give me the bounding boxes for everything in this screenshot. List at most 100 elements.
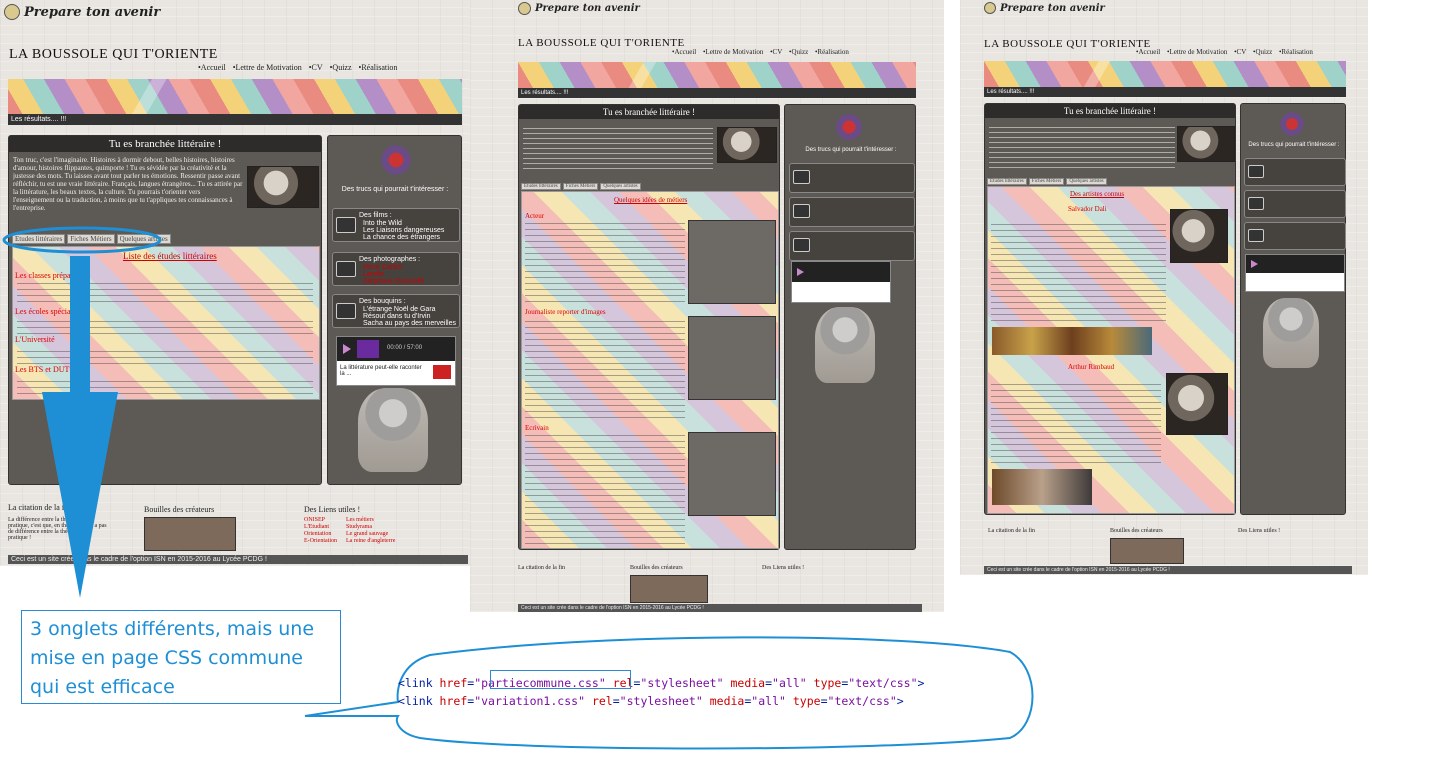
footer-link[interactable]: L'Etudiant: [304, 524, 337, 531]
logo[interactable]: Prepare ton avenir: [518, 2, 640, 15]
footer-bar: Ceci est un site crée dans le cadre de l…: [984, 566, 1352, 574]
films-box: [789, 163, 915, 193]
nav-quizz[interactable]: •Quizz: [330, 63, 352, 72]
audio-player[interactable]: 00:00 / 57:00 La littérature peut-elle r…: [336, 336, 456, 386]
book-icon: [793, 238, 810, 252]
film-item[interactable]: La chance des étrangers: [363, 234, 444, 241]
film-reel-icon: [336, 217, 356, 233]
audio-player[interactable]: [1245, 254, 1345, 292]
compass-icon: [518, 2, 531, 15]
nav-accueil[interactable]: •Accueil: [672, 48, 696, 56]
photo-link[interactable]: Larelle: [363, 271, 425, 278]
nav-accueil[interactable]: •Accueil: [198, 63, 226, 72]
nav-realisation[interactable]: •Réalisation: [815, 48, 849, 56]
books-box: [1244, 222, 1346, 250]
dali-paintings: [992, 327, 1152, 355]
photos-box: [1244, 190, 1346, 218]
rimbaud-portrait: [1166, 373, 1228, 435]
tab-etudes[interactable]: Etudes littéraires: [12, 234, 66, 244]
footer-link[interactable]: Le grand sauvage: [346, 531, 395, 538]
tab-bar: Etudes littéraires Fiches Métiers Quelqu…: [987, 178, 1107, 185]
footer-bar: Ceci est un site crée dans le cadre de l…: [8, 555, 468, 564]
play-icon[interactable]: [1251, 260, 1258, 268]
tab-artistes[interactable]: Quelques artistes: [1066, 178, 1107, 185]
reading-cat-image: [717, 127, 777, 163]
main-panel: Tu es branchée littéraire ! Etudes litté…: [984, 103, 1236, 515]
films-box: [1244, 158, 1346, 186]
main-title: Tu es branchée littéraire !: [519, 105, 779, 119]
nav-realisation[interactable]: •Réalisation: [359, 63, 398, 72]
book-item[interactable]: Résout dans tu d'Irvin: [363, 313, 456, 320]
banner-strip: Les résultats.... !!!: [518, 88, 916, 98]
books-box: [789, 231, 915, 261]
camera-icon: [336, 261, 356, 277]
nav-lettre[interactable]: •Lettre de Motivation: [703, 48, 763, 56]
banner-strip: Les résultats.... !!!: [984, 87, 1346, 97]
main-panel: Tu es branchée littéraire ! Etudes litté…: [518, 104, 780, 550]
media-value: all: [758, 694, 779, 708]
footer-quote-title: La citation de la fin: [8, 503, 71, 512]
nav-quizz[interactable]: •Quizz: [1253, 48, 1272, 56]
film-item[interactable]: Into the Wild: [363, 220, 444, 227]
photo-link[interactable]: Stéphane Duroselle: [363, 278, 425, 285]
nav-cv[interactable]: •CV: [309, 63, 323, 72]
waveform-icon: [357, 340, 379, 358]
book-icon: [336, 303, 356, 319]
footer-quote: La différence entre la théorie et la pra…: [8, 517, 107, 541]
tab-artistes[interactable]: Quelques artistes: [116, 234, 171, 244]
logo[interactable]: Prepare ton avenir: [4, 4, 160, 20]
footer-links-title: Des Liens utiles !: [1238, 528, 1281, 534]
main-title: Tu es branchée littéraire !: [985, 104, 1235, 118]
tab-artistes[interactable]: Quelques artistes: [600, 183, 641, 190]
tab-fiches[interactable]: Fiches Métiers: [562, 183, 599, 190]
sidebar: Des trucs qui pourrait t'intéresser :: [784, 104, 916, 550]
books-box: Des bouquins : L'étrange Noël de Gara Ré…: [332, 294, 460, 328]
compass-icon: [984, 2, 996, 14]
tab-etudes[interactable]: Etudes littéraires: [987, 178, 1027, 185]
metier-ecrivain: Ecrivain: [525, 424, 549, 432]
intro-text: Ton truc, c'est l'imaginaire. Histoires …: [13, 156, 243, 213]
footer-link[interactable]: ONISEP: [304, 517, 337, 524]
footer-link[interactable]: Les métiers: [346, 517, 395, 524]
type-value: text/css: [834, 694, 890, 708]
footer-links: ONISEP L'Etudiant Orientation E-Orientat…: [304, 517, 337, 545]
css-link-code: <link href="partiecommune.css" rel="styl…: [398, 676, 925, 708]
nav-lettre[interactable]: •Lettre de Motivation: [233, 63, 302, 72]
tab-content-artistes: Des artistes connus Salvador Dali Arthur…: [987, 186, 1235, 514]
banner: Les résultats.... !!!: [8, 79, 462, 125]
play-icon[interactable]: [343, 344, 351, 354]
nav-accueil[interactable]: •Accueil: [1136, 48, 1160, 56]
rel-value: stylesheet: [626, 694, 696, 708]
nav-cv[interactable]: •CV: [770, 48, 782, 56]
nav-realisation[interactable]: •Réalisation: [1279, 48, 1313, 56]
footer-link[interactable]: Studyrama: [346, 524, 395, 531]
tab-fiches[interactable]: Fiches Métiers: [67, 234, 115, 244]
banner-strip: Les résultats.... !!!: [8, 114, 462, 125]
footer-bar: Ceci est un site crée dans le cadre de l…: [518, 604, 922, 612]
photo-link[interactable]: Henri Cartier: [363, 264, 425, 271]
audio-player[interactable]: [791, 261, 891, 303]
footer-links-title: Des Liens utiles !: [762, 565, 805, 571]
tab-fiches[interactable]: Fiches Métiers: [1028, 178, 1065, 185]
dragon-illustration: [1263, 298, 1319, 368]
nav-lettre[interactable]: •Lettre de Motivation: [1167, 48, 1227, 56]
tab3-heading: Des artistes connus: [1070, 190, 1125, 198]
footer-links-col2: Les métiers Studyrama Le grand sauvage L…: [346, 517, 395, 545]
footer-link[interactable]: Orientation: [304, 531, 337, 538]
books-list: L'étrange Noël de Gara Résout dans tu d'…: [363, 306, 456, 327]
play-icon[interactable]: [797, 268, 804, 276]
footer-link[interactable]: La reine d'angleterre: [346, 538, 395, 545]
nav-cv[interactable]: •CV: [1234, 48, 1246, 56]
film-item[interactable]: Les Liaisons dangereuses: [363, 227, 444, 234]
mascot-icon: [1279, 110, 1305, 138]
reading-cat-image: [1177, 126, 1235, 162]
tab-etudes[interactable]: Etudes littéraires: [521, 183, 561, 190]
footer-link[interactable]: E-Orientation: [304, 538, 337, 545]
nav-quizz[interactable]: •Quizz: [789, 48, 808, 56]
footer-creators-title: Bouilles des créateurs: [1110, 528, 1163, 534]
logo[interactable]: Prepare ton avenir: [984, 2, 1105, 14]
film-reel-icon: [793, 170, 810, 184]
player-controls: [792, 262, 890, 282]
book-item[interactable]: L'étrange Noël de Gara: [363, 306, 456, 313]
book-item[interactable]: Sacha au pays des merveilles: [363, 320, 456, 327]
